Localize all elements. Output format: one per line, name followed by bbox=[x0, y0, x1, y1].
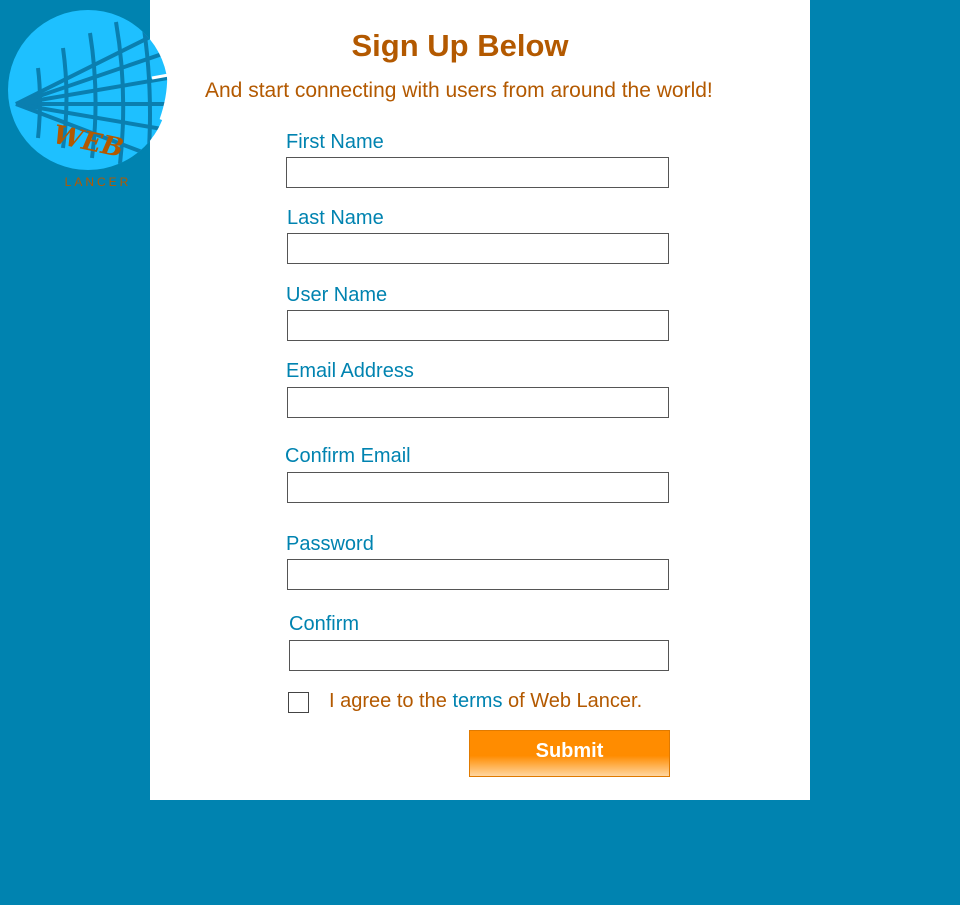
terms-link[interactable]: terms bbox=[452, 690, 502, 712]
last-name-input[interactable] bbox=[287, 233, 669, 264]
user-name-input[interactable] bbox=[287, 310, 669, 341]
submit-button[interactable]: Submit bbox=[469, 730, 670, 777]
last-name-label: Last Name bbox=[287, 207, 384, 229]
password-input[interactable] bbox=[287, 559, 669, 590]
logo-subword: LANCER bbox=[65, 175, 132, 189]
email-address-label: Email Address bbox=[286, 360, 414, 382]
password-label: Password bbox=[286, 533, 374, 555]
agree-suffix: of Web Lancer. bbox=[508, 690, 643, 712]
agree-terms-text: I agree to the terms of Web Lancer. bbox=[329, 690, 642, 713]
agree-terms-checkbox[interactable] bbox=[288, 692, 309, 713]
first-name-label: First Name bbox=[286, 131, 384, 153]
page-title: Sign Up Below bbox=[351, 28, 569, 63]
email-address-input[interactable] bbox=[287, 387, 669, 418]
confirm-password-label: Confirm bbox=[289, 613, 360, 635]
user-name-label: User Name bbox=[286, 284, 388, 306]
confirm-password-input[interactable] bbox=[289, 640, 669, 671]
page-subtitle: And start connecting with users from aro… bbox=[205, 79, 713, 102]
agree-prefix: I agree to the bbox=[329, 690, 447, 712]
confirm-email-label: Confirm Email bbox=[285, 445, 411, 467]
confirm-email-input[interactable] bbox=[287, 472, 669, 503]
first-name-input[interactable] bbox=[286, 157, 669, 188]
